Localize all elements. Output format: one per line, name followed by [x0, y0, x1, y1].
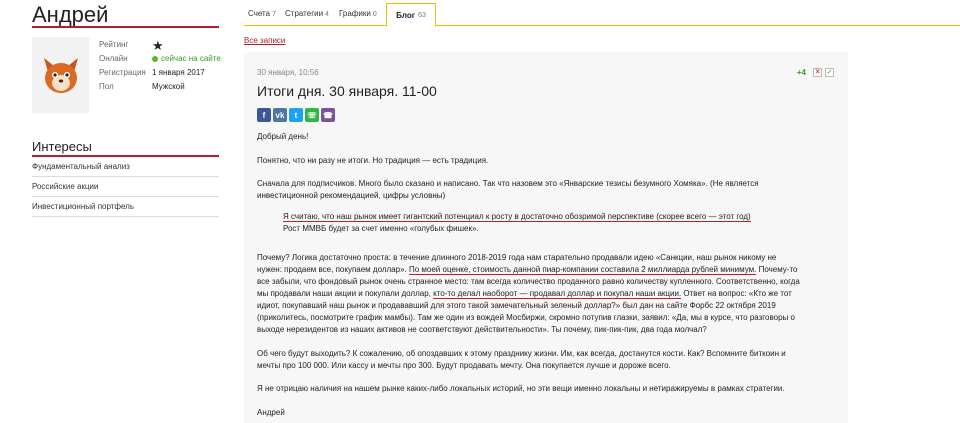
- all-posts-link[interactable]: Все записи: [244, 36, 285, 45]
- text-line: все забыли, что фондовый рынок очень стр…: [257, 277, 800, 286]
- text-span: нужен: продаем все, покупаем доллар».: [257, 265, 407, 274]
- profile-info: Рейтинг ★ Онлайн сейчас на сайте Регистр…: [99, 38, 221, 94]
- hamster-avatar-icon: [43, 58, 78, 93]
- tab-count: 63: [418, 11, 426, 19]
- tab-blog[interactable]: Блог 63: [386, 3, 436, 27]
- text-line: Рост ММВБ будет за счет именно «голубых …: [283, 224, 479, 233]
- text-line: мы продавали наши акции и покупали долла…: [257, 288, 802, 300]
- profile-label: Рейтинг: [99, 40, 129, 49]
- user-name: Андрей: [32, 2, 109, 27]
- text-line: (приколитесь, посмотрите график мамбы). …: [257, 313, 795, 322]
- profile-label: Регистрация: [99, 68, 146, 77]
- tab-label: Стратегии: [285, 9, 324, 18]
- blog-post: 30 января, 10:56 +4 ✕ ✓ Итоги дня. 30 ян…: [244, 52, 848, 423]
- text-line: Сначала для подписчиков. Много было сказ…: [257, 179, 759, 188]
- name-divider: [32, 26, 219, 28]
- interests-list: Фундаментальный анализ Российские акции …: [32, 157, 219, 217]
- tab-accounts[interactable]: Счета 7: [248, 9, 276, 18]
- twitter-icon[interactable]: t: [289, 108, 303, 122]
- text-line: выходе нерезидентов из наших активов не …: [257, 325, 707, 334]
- tab-charts[interactable]: Графики 0: [339, 9, 377, 18]
- post-paragraph: Почему? Логика достаточно проста: в тече…: [257, 252, 802, 336]
- profile-label: Пол: [99, 82, 114, 91]
- text-line: нужен: продаем все, покупаем доллар». По…: [257, 264, 802, 276]
- post-votes: +4 ✕ ✓: [797, 68, 834, 77]
- tab-label: Графики: [339, 9, 371, 18]
- profile-tabs: Счета 7 Стратегии 4 Графики 0 Блог 63: [244, 0, 960, 27]
- facebook-icon[interactable]: f: [257, 108, 271, 122]
- text-line: Я считаю, что наш рынок имеет гигантский…: [283, 211, 803, 223]
- text-span: мы продавали наши акции и покупали долла…: [257, 289, 431, 298]
- text-line: мечты про 100 000. Или кассу и мечты про…: [257, 361, 671, 370]
- rating-star-icon: ★: [152, 37, 164, 53]
- text-line: Об чего будут выходить? К сожалению, об …: [257, 349, 786, 358]
- viber-icon[interactable]: ☎: [321, 108, 335, 122]
- online-status-text: сейчас на сайте: [161, 54, 221, 63]
- online-status: сейчас на сайте: [152, 52, 221, 66]
- underlined-span: По моей оценке, стоимость данной пиар-ко…: [408, 265, 757, 275]
- tab-label: Счета: [248, 9, 271, 18]
- tab-count: 4: [325, 11, 329, 18]
- profile-row-gender: Пол Мужской: [99, 80, 221, 94]
- share-buttons: f vk t ☏ ☎: [257, 108, 335, 122]
- post-paragraph: Об чего будут выходить? К сожалению, об …: [257, 348, 802, 372]
- profile-label: Онлайн: [99, 54, 128, 63]
- post-title: Итоги дня. 30 января. 11-00: [257, 83, 437, 99]
- interests-title: Интересы: [32, 139, 92, 154]
- quote-line-underlined: Я считаю, что наш рынок имеет гигантский…: [283, 212, 751, 222]
- text-span: Ответ на вопрос: «Кто же тот: [683, 289, 792, 298]
- registration-date: 1 января 2017: [152, 68, 205, 77]
- text-span: Почему-то: [758, 265, 798, 274]
- interest-item[interactable]: Российские акции: [32, 177, 219, 197]
- tab-label: Блог: [396, 10, 416, 20]
- post-paragraph: Сначала для подписчиков. Много было сказ…: [257, 178, 802, 202]
- profile-row-rating: Рейтинг ★: [99, 38, 221, 52]
- gender-value: Мужской: [152, 82, 185, 91]
- post-paragraph: Я не отрицаю наличия на нашем рынке каки…: [257, 384, 785, 393]
- underlined-span: кто-то делал наоборот — продавал доллар …: [433, 289, 682, 299]
- post-paragraph: Понятно, что ни разу не итоги. Но традиц…: [257, 156, 489, 165]
- post-date: 30 января, 10:56: [257, 68, 319, 77]
- interest-item[interactable]: Фундаментальный анализ: [32, 157, 219, 177]
- upvote-icon[interactable]: ✓: [825, 68, 834, 77]
- vk-icon[interactable]: vk: [273, 108, 287, 122]
- whatsapp-icon[interactable]: ☏: [305, 108, 319, 122]
- text-line: идиот, покупавший наш рынок и продававши…: [257, 301, 776, 310]
- tab-count: 7: [272, 11, 276, 18]
- profile-row-registration: Регистрация 1 января 2017: [99, 66, 221, 80]
- post-paragraph: Добрый день!: [257, 132, 309, 141]
- post-signature: Андрей: [257, 408, 285, 417]
- online-dot-icon: [152, 56, 158, 62]
- text-line: Почему? Логика достаточно проста: в тече…: [257, 253, 777, 262]
- downvote-icon[interactable]: ✕: [813, 68, 822, 77]
- tab-count: 0: [372, 11, 377, 18]
- text-line: инвестиционной рекомендацией, цифры усло…: [257, 191, 446, 200]
- tab-strategies[interactable]: Стратегии 4: [285, 9, 329, 18]
- vote-count: +4: [796, 68, 806, 77]
- post-quote: Я считаю, что наш рынок имеет гигантский…: [283, 211, 803, 235]
- profile-row-online: Онлайн сейчас на сайте: [99, 52, 221, 66]
- interest-item[interactable]: Инвестиционный портфель: [32, 197, 219, 217]
- avatar[interactable]: [32, 37, 89, 113]
